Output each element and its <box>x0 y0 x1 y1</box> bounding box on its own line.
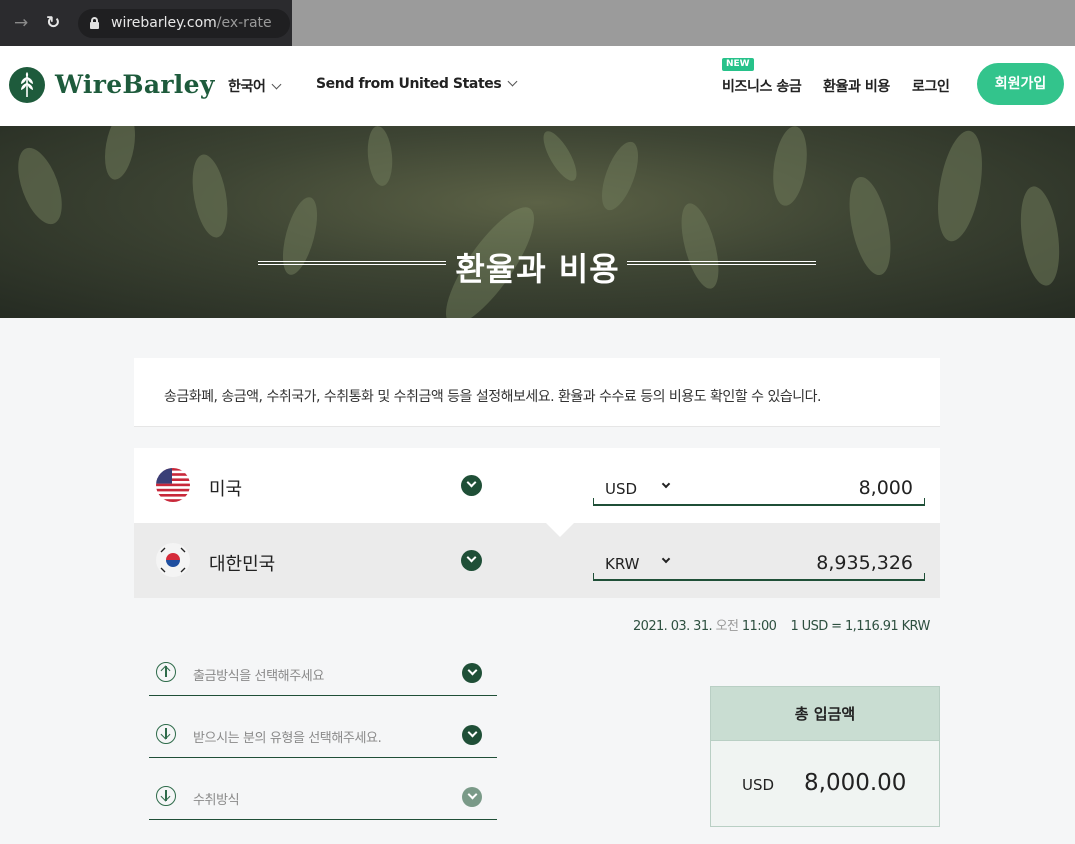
arrow-down-circle-icon <box>156 724 176 744</box>
receive-amount-value[interactable]: 8,935,326 <box>816 552 913 574</box>
nav-rates-fees[interactable]: 환율과 비용 <box>823 76 890 96</box>
total-deposit-label: 총 입금액 <box>711 687 939 741</box>
signup-button[interactable]: 회원가입 <box>977 63 1064 105</box>
send-currency-select[interactable]: USD <box>605 480 637 498</box>
chevron-down-icon[interactable] <box>462 787 482 807</box>
receive-country-row: 대한민국 KRW 8,935,326 <box>134 523 940 598</box>
rate-date: 2021. 03. 31. <box>633 619 713 634</box>
receive-method-placeholder: 수취방식 <box>193 793 240 808</box>
recipient-type-select[interactable]: 받으시는 분의 유형을 선택해주세요. <box>149 718 497 758</box>
wheat-logo-icon[interactable] <box>9 67 45 103</box>
send-amount-field[interactable]: USD 8,000 <box>593 469 925 506</box>
kr-flag-icon <box>156 543 190 577</box>
language-label: 한국어 <box>228 79 266 95</box>
rate-ampm: 오전 <box>715 619 739 634</box>
rate-time: 11:00 <box>741 619 777 634</box>
receive-country-dropdown-icon[interactable] <box>461 550 482 571</box>
back-arrow-icon[interactable]: → <box>14 14 28 32</box>
arrow-up-circle-icon <box>156 662 176 682</box>
reload-icon[interactable]: ↻ <box>46 14 60 32</box>
us-flag-icon <box>156 468 190 502</box>
browser-toolbar: → ↻ wirebarley.com/ex-rate <box>0 0 1075 46</box>
receive-amount-field[interactable]: KRW 8,935,326 <box>593 544 925 581</box>
receive-method-select[interactable]: 수취방식 <box>149 780 497 820</box>
total-currency: USD <box>742 776 775 794</box>
rate-value: 1 USD = 1,116.91 KRW <box>790 619 930 634</box>
url-path: /ex-rate <box>216 15 272 31</box>
exchange-rate-info: 2021. 03. 31. 오전 11:00 1 USD = 1,116.91 … <box>633 615 930 634</box>
chevron-down-icon[interactable] <box>462 663 482 683</box>
calculator-description: 송금화폐, 송금액, 수취국가, 수취통화 및 수취금액 등을 설정해보세요. … <box>134 358 940 427</box>
send-country-row: 미국 USD 8,000 <box>134 448 940 523</box>
send-country-dropdown-icon[interactable] <box>461 475 482 496</box>
total-deposit-box: 총 입금액 USD 8,000.00 <box>710 686 940 827</box>
logo-text[interactable]: WireBarley <box>55 70 215 99</box>
site-header: WireBarley 한국어 Send from United States N… <box>0 46 1075 126</box>
receive-currency-select[interactable]: KRW <box>605 555 639 573</box>
url-domain: wirebarley.com <box>111 15 217 31</box>
send-country-name: 미국 <box>209 479 243 500</box>
lock-icon <box>90 17 99 29</box>
chevron-down-icon[interactable] <box>661 479 671 489</box>
url-text: wirebarley.com/ex-rate <box>111 15 272 31</box>
payout-method-select[interactable]: 출금방식을 선택해주세요 <box>149 656 497 696</box>
chevron-down-icon[interactable] <box>462 725 482 745</box>
nav-login[interactable]: 로그인 <box>912 76 950 96</box>
send-from-selector[interactable]: Send from United States <box>316 76 518 92</box>
hero-banner: 환율과 비용 <box>0 126 1075 318</box>
total-amount: 8,000.00 <box>804 770 907 796</box>
send-amount-value[interactable]: 8,000 <box>859 477 913 499</box>
page-title: 환율과 비용 <box>455 250 620 288</box>
chevron-down-icon[interactable] <box>661 554 671 564</box>
recipient-type-placeholder: 받으시는 분의 유형을 선택해주세요. <box>193 731 382 746</box>
row-notch <box>546 523 574 537</box>
new-badge: NEW <box>722 58 754 71</box>
nav-business-transfer[interactable]: 비즈니스 송금 <box>722 76 802 96</box>
arrow-down-circle-icon <box>156 786 176 806</box>
chevron-down-icon <box>272 79 282 90</box>
hero-divider-right <box>627 261 816 265</box>
chevron-down-icon <box>507 76 518 87</box>
address-bar[interactable]: wirebarley.com/ex-rate <box>78 9 290 38</box>
receive-country-name: 대한민국 <box>209 554 276 575</box>
browser-overlay <box>292 0 1075 46</box>
payout-method-placeholder: 출금방식을 선택해주세요 <box>193 669 324 684</box>
description-text: 송금화폐, 송금액, 수취국가, 수취통화 및 수취금액 등을 설정해보세요. … <box>164 389 821 405</box>
language-selector[interactable]: 한국어 <box>228 76 282 96</box>
send-from-label: Send from United States <box>316 76 502 92</box>
